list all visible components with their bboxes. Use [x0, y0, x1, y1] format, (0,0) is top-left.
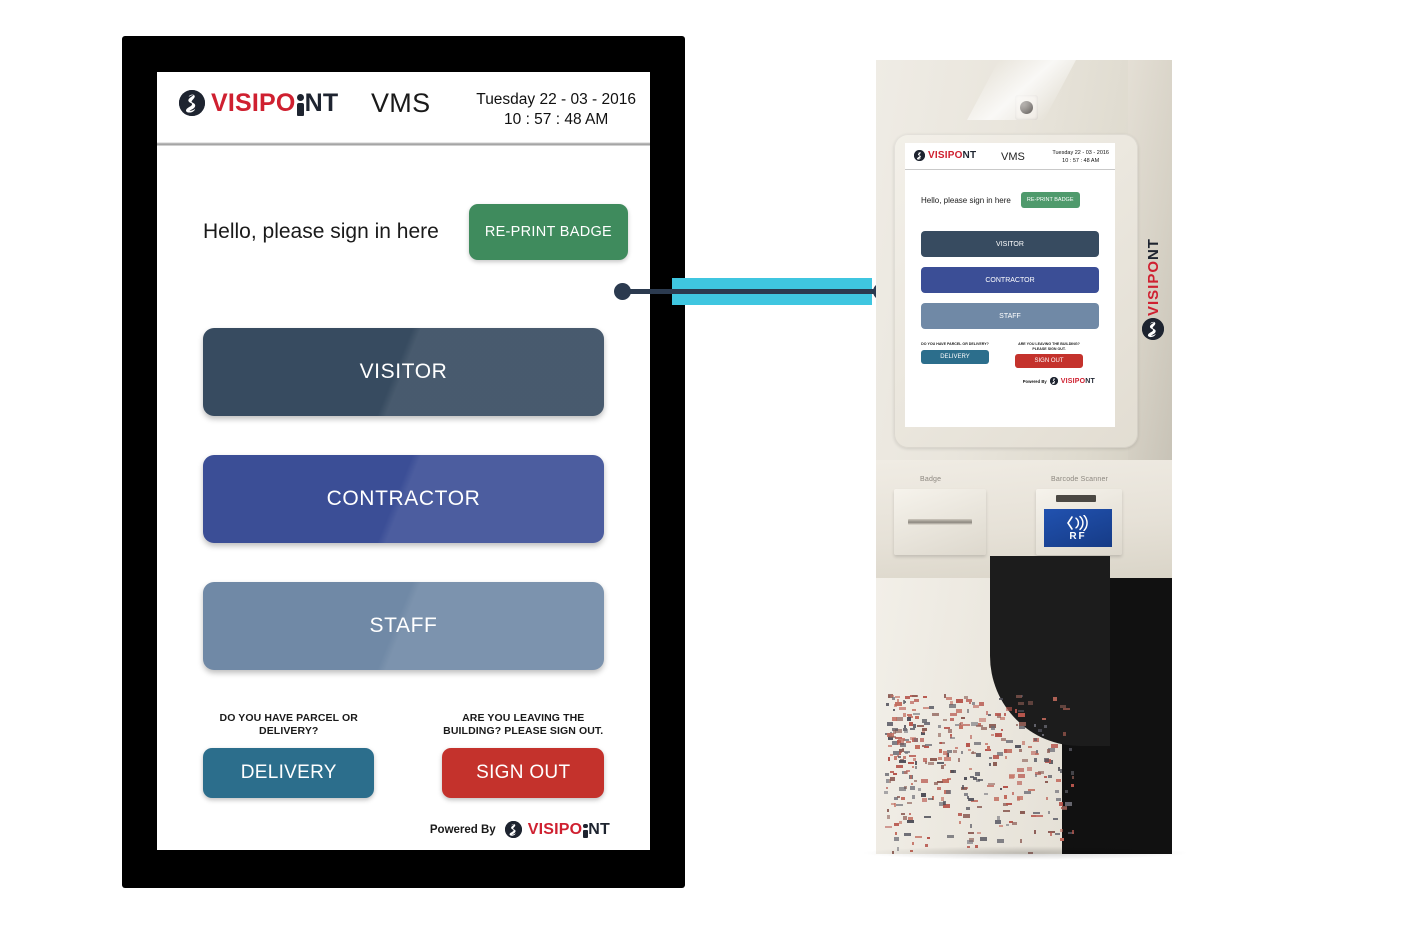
- header-brand-logo: VISIPO NT: [179, 90, 338, 116]
- brand-text-visipo: VISIPO: [1060, 377, 1086, 385]
- kiosk-powered-by-label: Powered By: [1022, 378, 1047, 384]
- kiosk-powered-by-footer: Powered By VISIPO NT: [921, 377, 1099, 386]
- visitor-button-label: VISITOR: [359, 360, 448, 383]
- kiosk-greeting-text: Hello, please sign in here: [921, 195, 1011, 205]
- sign-out-button[interactable]: SIGN OUT: [442, 748, 604, 799]
- powered-by-label: Powered By: [429, 823, 496, 836]
- kiosk-sign-out-prompt: ARE YOU LEAVING THE BUILDING? PLEASE SIG…: [1018, 342, 1080, 351]
- kiosk-camera-housing: [1015, 95, 1038, 120]
- scene-shadow: [860, 846, 1190, 860]
- kiosk-brand-vertical: VISIPO NT: [1145, 238, 1162, 317]
- callout-line: [622, 289, 882, 294]
- delivery-action-group: DO YOU HAVE PARCEL OR DELIVERY? DELIVERY: [203, 712, 375, 799]
- brand-text-int: NT: [962, 149, 977, 161]
- visitor-button[interactable]: VISITOR: [203, 328, 604, 416]
- brand-text-int: NT: [1145, 238, 1162, 260]
- app-header: VISIPO NT VMS Tuesday 22 - 03 - 2016 10 …: [157, 72, 650, 142]
- camera-lens-icon: [1020, 101, 1033, 114]
- greeting-text: Hello, please sign in here: [203, 220, 439, 243]
- visipoint-logo-icon: [1142, 318, 1164, 340]
- app-body: Hello, please sign in here RE-PRINT BADG…: [157, 146, 650, 850]
- delivery-prompt: DO YOU HAVE PARCEL OR DELIVERY?: [219, 712, 358, 738]
- visipoint-logo-icon: [504, 821, 522, 838]
- rf-contactless-reader[interactable]: RF: [1044, 509, 1112, 547]
- contractor-button-label: CONTRACTOR: [326, 487, 481, 510]
- kiosk-sign-out-action-group: ARE YOU LEAVING THE BUILDING? PLEASE SIG…: [1015, 342, 1083, 369]
- brand-text-nt: NT: [588, 820, 610, 838]
- badge-printer-slot: [894, 489, 986, 555]
- kiosk-upper-shell: VISIPO NT VISIPO NT VMS Tuesday 22 - 03 …: [876, 60, 1172, 478]
- powered-by-footer: Powered By VISIPO NT: [430, 821, 610, 838]
- barcode-scanner-window: [1056, 495, 1096, 502]
- kiosk-staff-button[interactable]: STAFF: [921, 303, 1099, 329]
- rf-reader-label: RF: [1069, 530, 1087, 542]
- contractor-button[interactable]: CONTRACTOR: [203, 455, 604, 543]
- staff-button-label: STAFF: [369, 614, 438, 637]
- visipoint-logo-icon: [1049, 377, 1058, 386]
- kiosk-photo: VISIPO NT VISIPO NT VMS Tuesday 22 - 03 …: [876, 60, 1172, 854]
- kiosk-header-brand-logo: VISIPO NT: [914, 150, 976, 161]
- badge-dispense-slot: [908, 519, 972, 525]
- delivery-button[interactable]: DELIVERY: [203, 748, 375, 799]
- contactless-wave-icon: [1067, 514, 1088, 531]
- brand-letter-i-figure-icon: [296, 91, 305, 116]
- kiosk-staff-button-label: STAFF: [999, 312, 1021, 320]
- staff-button[interactable]: STAFF: [203, 582, 604, 670]
- kiosk-contractor-button-label: CONTRACTOR: [985, 276, 1035, 284]
- reprint-badge-button[interactable]: RE-PRINT BADGE: [468, 204, 629, 260]
- kiosk-sign-out-button[interactable]: SIGN OUT: [1015, 354, 1083, 369]
- kiosk-pixel-graphic: [884, 694, 1074, 854]
- kiosk-base: [876, 556, 1172, 854]
- kiosk-header-datetime: Tuesday 22 - 03 - 2016 10 : 57 : 48 AM: [1052, 149, 1109, 166]
- sign-out-action-group: ARE YOU LEAVING THE BUILDING? PLEASE SIG…: [442, 712, 604, 799]
- bottom-actions-row: DO YOU HAVE PARCEL OR DELIVERY? DELIVERY…: [203, 712, 604, 799]
- kiosk-delivery-action-group: DO YOU HAVE PARCEL OR DELIVERY? DELIVERY: [921, 342, 989, 368]
- header-brand-wordmark: VISIPO NT: [211, 88, 339, 117]
- kiosk-header-date: Tuesday 22 - 03 - 2016: [1052, 150, 1109, 156]
- tablet-screen: VISIPO NT VMS Tuesday 22 - 03 - 2016 10 …: [157, 72, 650, 850]
- header-date: Tuesday 22 - 03 - 2016: [476, 91, 636, 108]
- kiosk-header-time: 10 : 57 : 48 AM: [1062, 158, 1100, 165]
- brand-text-visipo: VISIPO: [928, 149, 963, 161]
- header-datetime: Tuesday 22 - 03 - 2016 10 : 57 : 48 AM: [476, 90, 636, 130]
- kiosk-sign-out-button-label: SIGN OUT: [1034, 358, 1064, 365]
- kiosk-footer-wordmark: VISIPO NT: [1061, 378, 1095, 385]
- brand-text-nt: NT: [304, 88, 339, 117]
- footer-brand-logo: VISIPO NT: [504, 820, 610, 838]
- kiosk-visitor-button[interactable]: VISITOR: [921, 231, 1099, 257]
- brand-letter-i-figure-icon: [582, 822, 588, 838]
- brand-text-int: NT: [1085, 377, 1095, 385]
- visipoint-logo-icon: [914, 150, 925, 161]
- barcode-scanner-label: Barcode Scanner: [1051, 476, 1109, 483]
- visipoint-logo-icon: [179, 90, 205, 116]
- callout-connector: [612, 272, 892, 312]
- badge-slot-label: Badge: [920, 476, 942, 483]
- kiosk-contractor-button[interactable]: CONTRACTOR: [921, 267, 1099, 293]
- brand-text-visipo: VISIPO: [1145, 260, 1162, 317]
- brand-text-visipo: VISIPO: [211, 88, 296, 117]
- kiosk-tablet-screen: VISIPO NT VMS Tuesday 22 - 03 - 2016 10 :…: [905, 143, 1115, 427]
- kiosk-delivery-button[interactable]: DELIVERY: [921, 349, 989, 364]
- kiosk-app-title: VMS: [1001, 151, 1025, 163]
- kiosk-reprint-badge-button[interactable]: RE-PRINT BADGE: [1020, 192, 1080, 208]
- kiosk-delivery-prompt: DO YOU HAVE PARCEL OR DELIVERY?: [921, 342, 989, 346]
- barcode-scanner-slot: RF: [1036, 489, 1122, 555]
- tablet-device-bezel: VISIPO NT VMS Tuesday 22 - 03 - 2016 10 …: [122, 36, 685, 888]
- app-title: VMS: [371, 88, 431, 118]
- greeting-row: Hello, please sign in here RE-PRINT BADG…: [203, 204, 629, 260]
- sign-out-prompt: ARE YOU LEAVING THE BUILDING? PLEASE SIG…: [443, 712, 604, 738]
- callout-endpoint-left: [614, 283, 631, 300]
- kiosk-brand-wordmark: VISIPO NT: [928, 149, 977, 161]
- brand-text-visipo: VISIPO: [527, 820, 583, 838]
- header-time: 10 : 57 : 48 AM: [504, 111, 609, 129]
- footer-brand-wordmark: VISIPO NT: [527, 820, 610, 838]
- kiosk-visitor-button-label: VISITOR: [996, 240, 1024, 248]
- kiosk-tablet-frame: VISIPO NT VMS Tuesday 22 - 03 - 2016 10 :…: [894, 134, 1138, 448]
